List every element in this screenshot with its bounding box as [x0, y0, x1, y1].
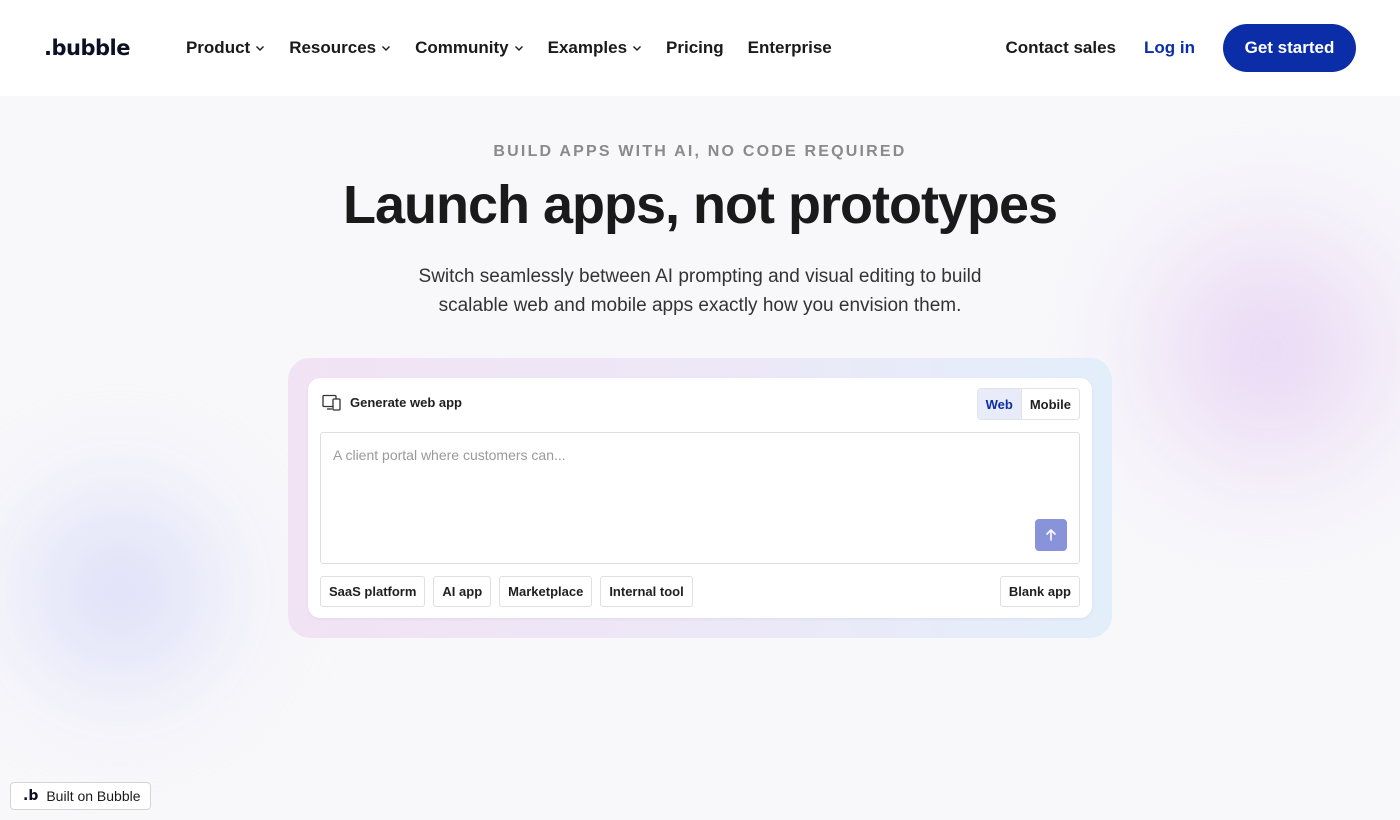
- nav-item-resources[interactable]: Resources: [289, 38, 391, 58]
- app-generator-frame: Generate web app Web Mobile SaaS platfor…: [288, 358, 1112, 638]
- header-actions: Contact sales Log in Get started: [1005, 24, 1356, 72]
- chevron-down-icon: [514, 43, 524, 53]
- main-nav: Product Resources Community Examples Pri…: [186, 38, 832, 58]
- prompt-box: [320, 432, 1080, 564]
- get-started-button[interactable]: Get started: [1223, 24, 1356, 72]
- bubble-mark-icon: .b: [23, 788, 39, 804]
- generator-heading: Generate web app: [322, 394, 462, 411]
- page-title: Launch apps, not prototypes: [342, 175, 1058, 235]
- nav-item-community[interactable]: Community: [415, 38, 524, 58]
- nav-item-enterprise[interactable]: Enterprise: [748, 38, 832, 58]
- template-chip-marketplace[interactable]: Marketplace: [499, 576, 593, 607]
- platform-toggle: Web Mobile: [976, 388, 1080, 420]
- chevron-down-icon: [255, 43, 265, 53]
- bubble-logo[interactable]: .bubble: [44, 36, 130, 60]
- template-chip-ai-app[interactable]: AI app: [433, 576, 492, 607]
- chevron-down-icon: [381, 43, 391, 53]
- nav-item-examples[interactable]: Examples: [548, 38, 642, 58]
- nav-item-label: Resources: [289, 38, 377, 57]
- template-chip-internal-tool[interactable]: Internal tool: [600, 576, 693, 607]
- log-in-link[interactable]: Log in: [1144, 38, 1195, 58]
- built-on-bubble-label: Built on Bubble: [46, 788, 141, 804]
- generator-heading-label: Generate web app: [350, 395, 462, 410]
- nav-item-label: Product: [185, 38, 251, 57]
- app-generator-card: Generate web app Web Mobile SaaS platfor…: [308, 378, 1092, 618]
- platform-option-web[interactable]: Web: [977, 389, 1022, 419]
- contact-sales-link[interactable]: Contact sales: [1005, 38, 1116, 58]
- site-header: .bubble Product Resources Community Exam…: [0, 0, 1400, 96]
- device-icon: [322, 394, 341, 411]
- send-prompt-button[interactable]: [1035, 519, 1067, 551]
- template-chips: SaaS platform AI app Marketplace Interna…: [320, 576, 693, 607]
- prompt-input[interactable]: [333, 447, 1013, 463]
- nav-item-label: Examples: [547, 38, 628, 57]
- arrow-up-icon: [1044, 528, 1058, 542]
- platform-option-mobile[interactable]: Mobile: [1021, 389, 1079, 419]
- nav-item-label: Community: [415, 38, 509, 57]
- chevron-down-icon: [632, 43, 642, 53]
- nav-item-product[interactable]: Product: [186, 38, 265, 58]
- hero-eyebrow: BUILD APPS WITH AI, NO CODE REQUIRED: [493, 143, 907, 160]
- nav-item-pricing[interactable]: Pricing: [666, 38, 724, 58]
- hero-subtitle: Switch seamlessly between AI prompting a…: [418, 266, 982, 316]
- decorative-glow-left: [0, 440, 270, 740]
- nav-item-label: Enterprise: [747, 38, 832, 57]
- template-chip-saas[interactable]: SaaS platform: [320, 576, 426, 607]
- blank-app-button[interactable]: Blank app: [999, 576, 1080, 607]
- built-on-bubble-badge[interactable]: .b Built on Bubble: [10, 782, 151, 810]
- nav-item-label: Pricing: [666, 38, 724, 57]
